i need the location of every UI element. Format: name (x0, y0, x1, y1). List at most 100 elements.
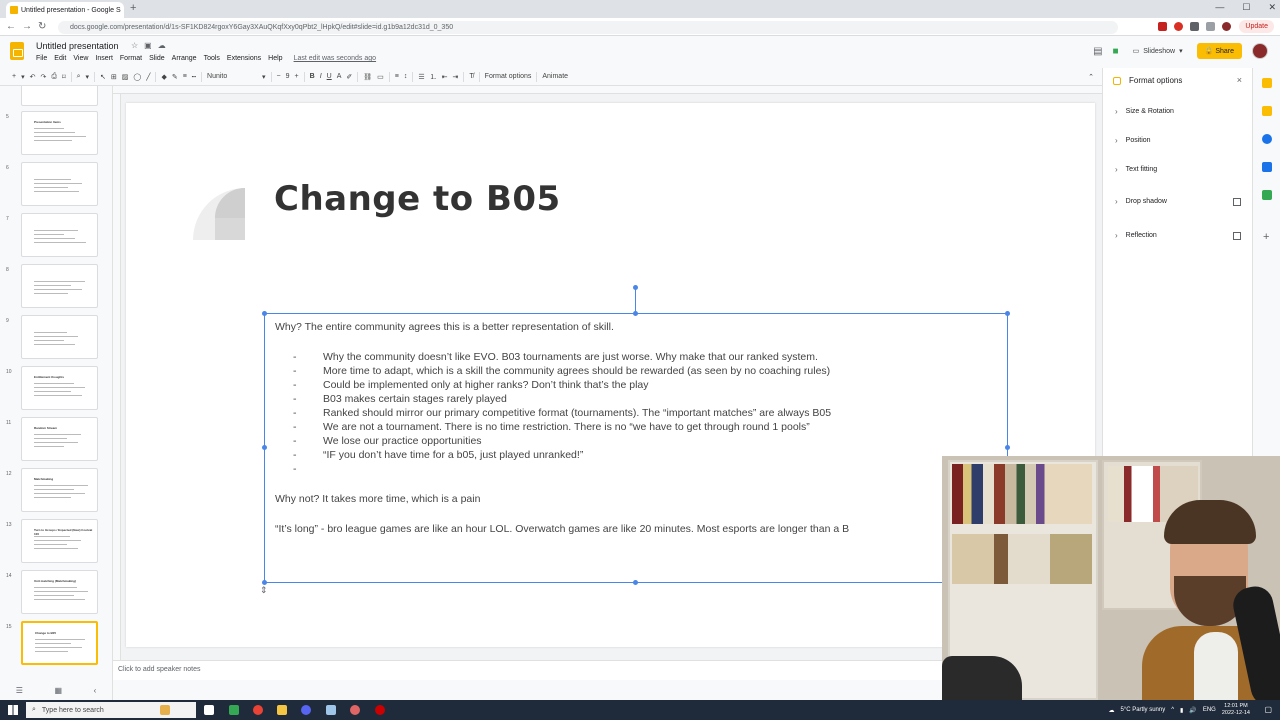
vertical-ruler[interactable] (113, 94, 121, 680)
slide-thumbnail[interactable]: Turn to Groups / Expected (New) Coolcat … (21, 519, 98, 563)
clear-formatting-icon[interactable]: T̸ (469, 73, 473, 80)
filmstrip-slide[interactable]: 7 (0, 213, 112, 259)
border-dash-icon[interactable]: ┅ (192, 73, 196, 81)
select-icon[interactable]: ↖ (100, 73, 106, 81)
update-button[interactable]: Update (1239, 20, 1274, 33)
minimize-icon[interactable]: — (1215, 2, 1224, 13)
slide-thumbnail[interactable]: Change to B05 (21, 621, 98, 665)
collapse-panel-icon[interactable]: ‹ (94, 686, 97, 695)
filmstrip-slide[interactable]: 9 (0, 315, 112, 361)
move-folder-icon[interactable]: ▣ (144, 41, 152, 50)
body-text-box[interactable]: Why? The entire community agrees this is… (264, 313, 1008, 583)
tasks-check-icon[interactable] (1262, 134, 1272, 144)
drop-shadow-section[interactable]: › Drop shadow (1115, 197, 1243, 206)
bulleted-list-icon[interactable]: ☰ (418, 73, 424, 81)
back-icon[interactable]: ← (6, 21, 16, 32)
reflection-section[interactable]: › Reflection (1115, 231, 1243, 240)
add-ons-icon[interactable]: + (1263, 231, 1269, 243)
document-title[interactable]: Untitled presentation (36, 41, 119, 51)
tray-chevron-icon[interactable]: ^ (1171, 707, 1174, 713)
reflection-checkbox[interactable] (1233, 231, 1241, 240)
horizontal-ruler[interactable] (113, 86, 1102, 94)
numbered-list-icon[interactable]: ⒈ (430, 72, 437, 82)
text-color-icon[interactable]: A (337, 73, 342, 80)
filmstrip-slide[interactable]: 12 Matchmaking (0, 468, 112, 514)
collapse-toolbar-icon[interactable]: ⌃ (1088, 73, 1094, 81)
filmstrip-slide[interactable]: 14 Unit matching (Matchmaking) (0, 570, 112, 616)
profile-icon[interactable] (1222, 22, 1231, 31)
taskbar-app-icon[interactable] (350, 705, 360, 715)
italic-icon[interactable]: I (320, 73, 322, 80)
windows-start-icon[interactable] (8, 705, 18, 715)
taskbar-app-icon[interactable] (160, 705, 170, 715)
task-view-icon[interactable] (204, 705, 214, 715)
weather-text[interactable]: 5°C Partly sunny (1120, 707, 1165, 713)
menu-help[interactable]: Help (268, 55, 282, 62)
window-close-icon[interactable]: ✕ (1268, 2, 1276, 13)
link-icon[interactable]: ⛓ (363, 73, 372, 81)
bold-icon[interactable]: B (310, 73, 315, 80)
size-rotation-section[interactable]: › Size & Rotation (1115, 107, 1243, 116)
last-edit-link[interactable]: Last edit was seconds ago (294, 55, 377, 62)
chevron-down-icon[interactable]: ▾ (1179, 47, 1183, 55)
cloud-status-icon[interactable]: ☁ (158, 41, 166, 50)
menu-view[interactable]: View (73, 55, 88, 62)
text-box-icon[interactable]: ⊞ (111, 73, 117, 81)
grid-view-icon[interactable]: ▦ (54, 686, 62, 695)
menu-file[interactable]: File (36, 55, 47, 62)
increase-indent-icon[interactable]: ⇥ (453, 73, 459, 81)
slide-thumbnail[interactable]: Unit matching (Matchmaking) (21, 570, 98, 614)
rotation-handle[interactable] (633, 285, 638, 290)
discord-icon[interactable] (301, 705, 311, 715)
tasks-icon[interactable] (1262, 106, 1272, 116)
decrease-indent-icon[interactable]: ⇤ (442, 73, 448, 81)
extension-icon[interactable] (1174, 22, 1183, 31)
filmstrip-slide[interactable]: 8 (0, 264, 112, 310)
menu-slide[interactable]: Slide (149, 55, 165, 62)
underline-icon[interactable]: U (327, 73, 332, 80)
undo-icon[interactable]: ↶ (30, 73, 36, 81)
list-view-icon[interactable]: ☰ (16, 686, 23, 695)
image-icon[interactable]: ▨ (122, 73, 129, 81)
font-select[interactable]: Nunito (207, 73, 257, 80)
maximize-icon[interactable]: ☐ (1242, 2, 1250, 13)
close-icon[interactable]: × (1237, 75, 1242, 85)
slide-thumbnail[interactable]: Entitlement thoughts (21, 366, 98, 410)
taskbar-app-icon[interactable] (229, 705, 239, 715)
url-field[interactable]: docs.google.com/presentation/d/1s-SF1KD8… (58, 21, 1118, 34)
extensions-puzzle-icon[interactable] (1190, 22, 1199, 31)
shape-icon[interactable]: ◯ (133, 73, 141, 81)
resize-handle[interactable] (633, 311, 638, 316)
resize-handle[interactable] (1005, 445, 1010, 450)
menu-format[interactable]: Format (120, 55, 142, 62)
font-size-increase-icon[interactable]: + (295, 73, 299, 80)
align-icon[interactable]: ≡ (395, 73, 399, 80)
resize-handle[interactable] (1005, 311, 1010, 316)
star-icon[interactable]: ☆ (131, 41, 138, 50)
redo-icon[interactable]: ↷ (40, 73, 46, 81)
slide-thumbnail[interactable] (21, 213, 98, 257)
chevron-down-icon[interactable]: ▾ (21, 73, 25, 81)
taskbar-search[interactable]: ⌕ Type here to search (26, 702, 196, 718)
font-size-decrease-icon[interactable]: − (277, 73, 281, 80)
line-spacing-icon[interactable]: ↕ (404, 73, 408, 80)
calculator-icon[interactable] (326, 705, 336, 715)
font-size-field[interactable]: 9 (286, 73, 290, 80)
comment-icon[interactable]: ▭ (377, 73, 384, 81)
filmstrip-slide[interactable]: 10 Entitlement thoughts (0, 366, 112, 412)
menu-insert[interactable]: Insert (95, 55, 113, 62)
filmstrip-slide[interactable]: 11 Random Stream (0, 417, 112, 463)
highlight-icon[interactable]: ✐ (346, 73, 352, 81)
taskbar-app-icon[interactable] (375, 705, 385, 715)
paint-format-icon[interactable]: ⌑ (62, 73, 66, 81)
slide-thumbnail[interactable]: Matchmaking (21, 468, 98, 512)
line-icon[interactable]: ╱ (146, 73, 150, 81)
filmstrip-slide[interactable]: 15 Change to B05 (0, 621, 112, 667)
new-tab-icon[interactable]: + (130, 2, 136, 14)
zoom-icon[interactable]: ⌕ (77, 73, 81, 81)
network-icon[interactable]: ▮ (1180, 707, 1183, 714)
filmstrip-slide[interactable]: 6 (0, 162, 112, 208)
border-color-icon[interactable]: ✎ (172, 73, 178, 81)
slide-title[interactable]: Change to B05 (274, 179, 561, 219)
browser-tab[interactable]: Untitled presentation - Google S × (6, 2, 124, 18)
